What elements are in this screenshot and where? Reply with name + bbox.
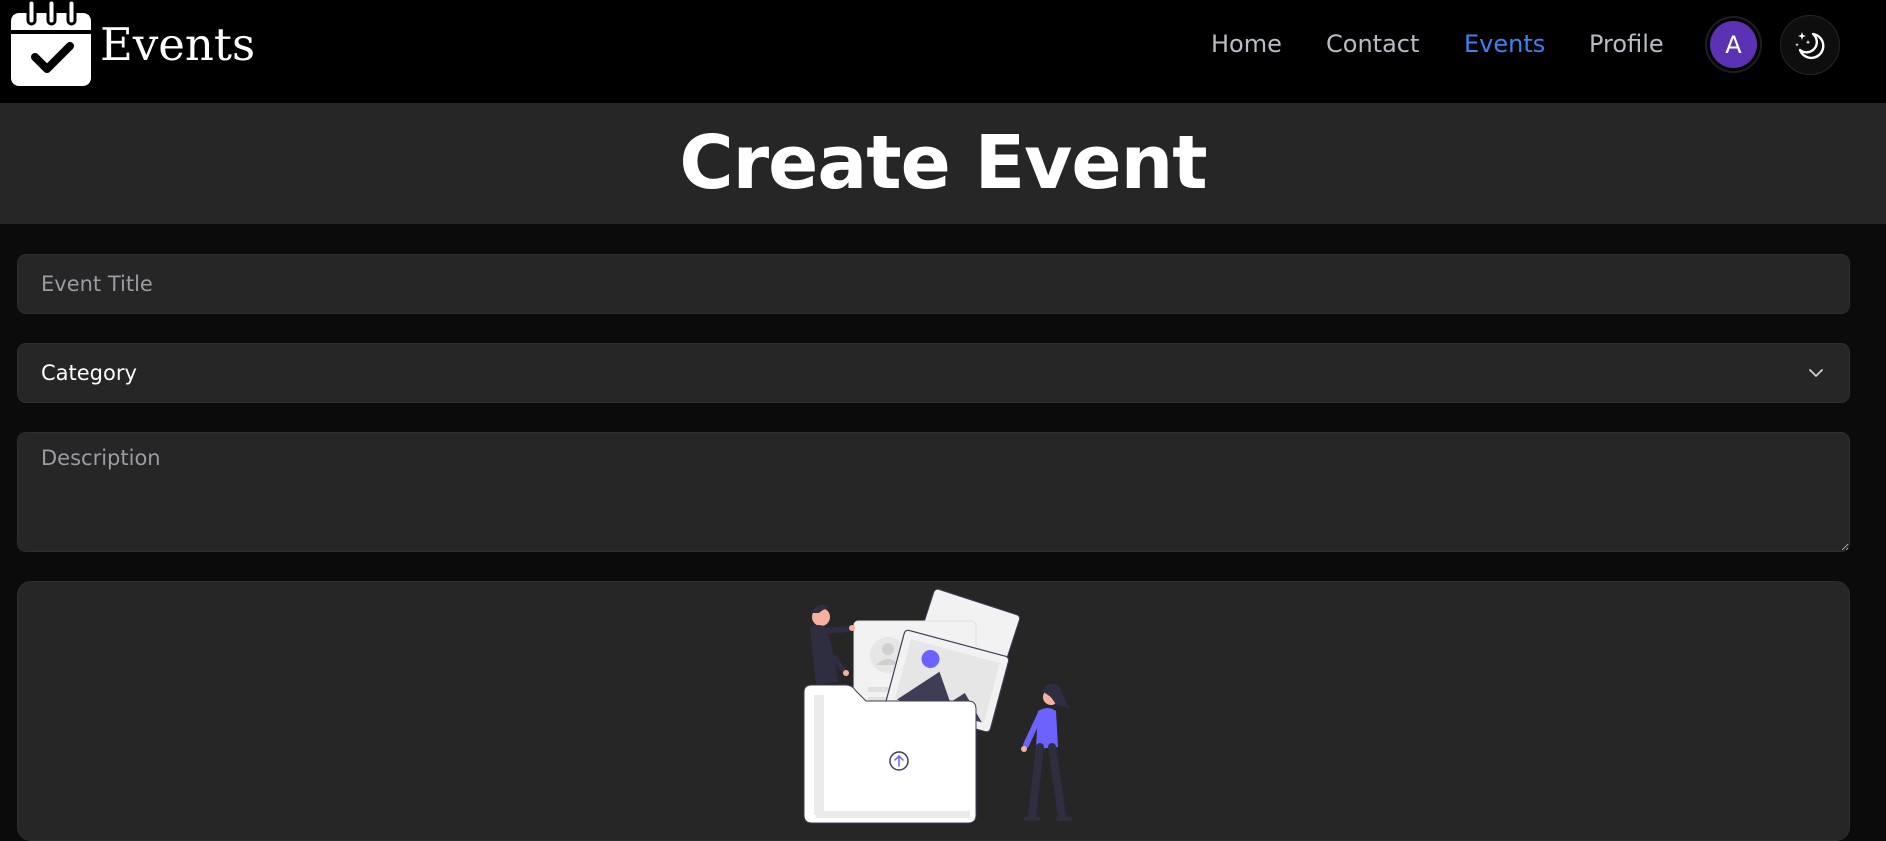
page-header: Create Event [0,103,1886,224]
avatar-initial: A [1710,21,1757,68]
description-textarea[interactable] [17,432,1850,552]
event-title-input[interactable] [17,254,1850,314]
page-title: Create Event [679,120,1207,206]
nav-link-events[interactable]: Events [1464,30,1545,58]
navbar: Events Home Contact Events Profile A [0,0,1886,103]
theme-toggle-button[interactable] [1780,15,1840,75]
brand-logo[interactable]: Events [8,0,255,90]
nav-link-profile[interactable]: Profile [1589,30,1664,58]
moon-stars-icon [1795,32,1825,60]
avatar[interactable]: A [1705,16,1762,73]
nav-link-contact[interactable]: Contact [1326,30,1419,58]
category-selected-value: Category [41,361,137,385]
brand-name: Events [100,17,256,71]
nav-link-home[interactable]: Home [1211,30,1282,58]
calendar-check-icon [11,0,91,86]
category-select[interactable]: Category [17,343,1850,403]
chevron-down-icon [1809,369,1823,377]
image-upload-dropzone[interactable] [17,581,1850,841]
upload-illustration [803,588,1072,824]
